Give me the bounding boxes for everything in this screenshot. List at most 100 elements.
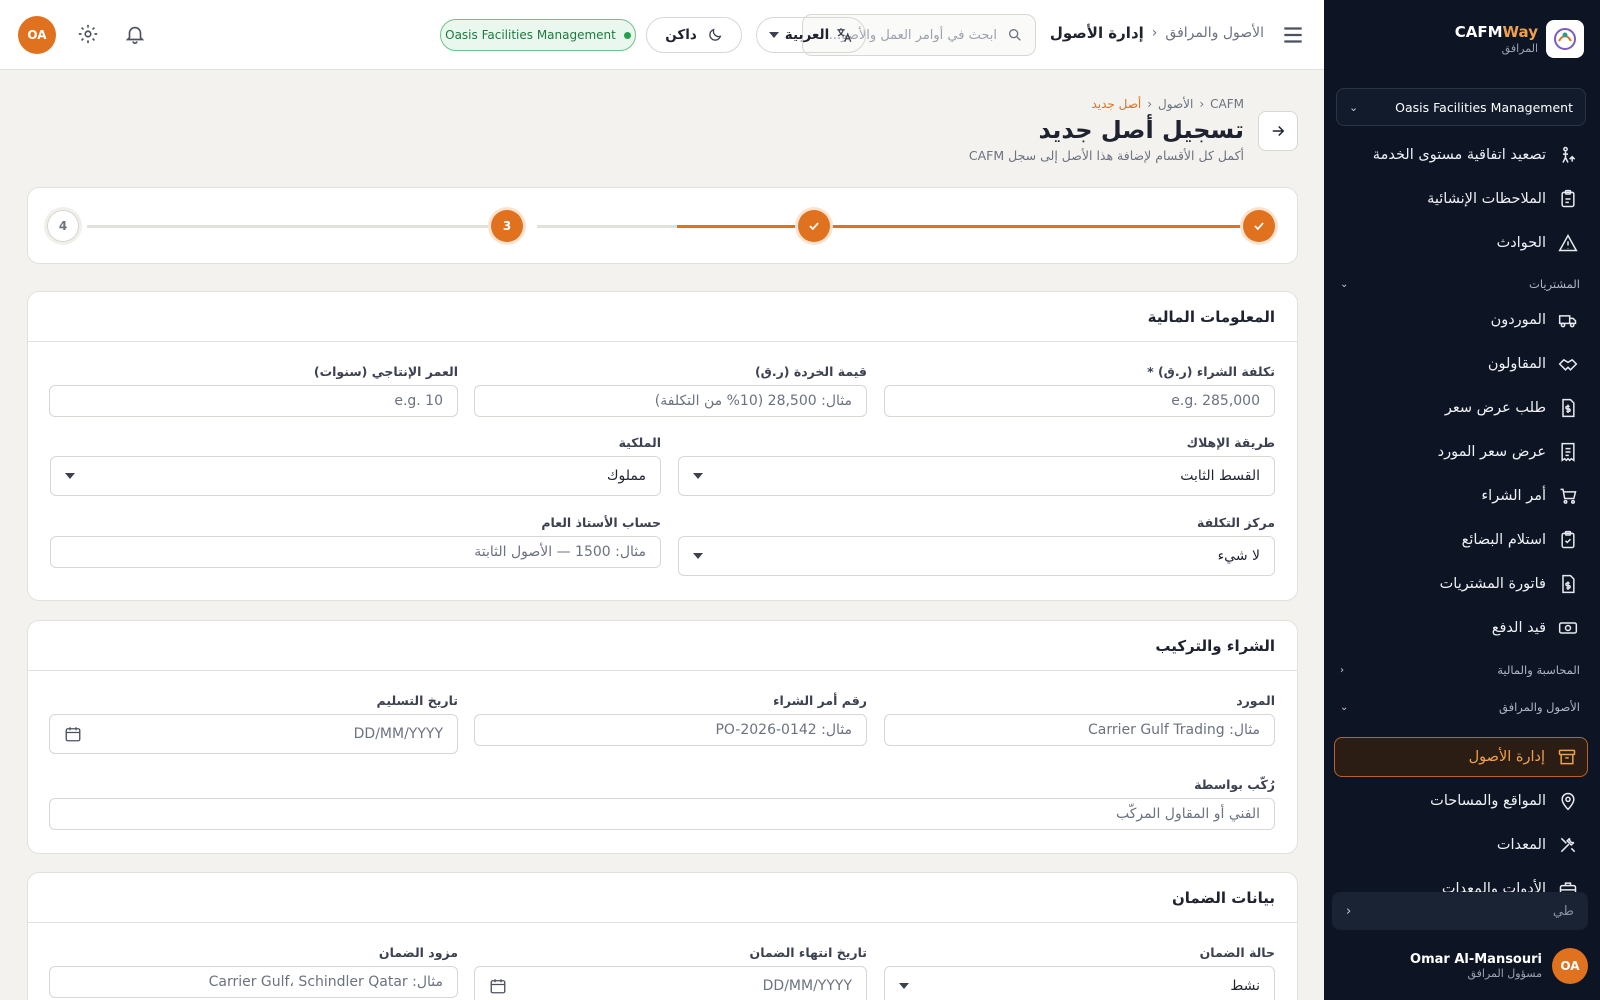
step-1[interactable] [1243, 210, 1275, 242]
brand-subtitle: المرافق [1501, 42, 1538, 55]
cost-center-select[interactable]: لا شيء [678, 536, 1275, 576]
salvage-value-input[interactable]: مثال: 28,500 (10% من التكلفة) [474, 385, 867, 417]
card-title: الشراء والتركيب [28, 621, 1297, 671]
installed-by-input[interactable]: الفني أو المقاول المركّب [49, 798, 1275, 830]
delivery-date-input[interactable]: DD/MM/YYYY [49, 714, 458, 754]
stepper: 3 4 [27, 187, 1298, 264]
salvage-value-field: قيمة الخردة (ر.ق) مثال: 28,500 (10% من ا… [474, 364, 867, 417]
step-connector-todo [537, 225, 677, 228]
po-number-input[interactable]: مثال: PO-2026-0142 [474, 714, 867, 746]
step-connector-done [827, 225, 1247, 228]
supplier-field: المورد مثال: Carrier Gulf Trading [884, 693, 1275, 746]
caret-down-icon [693, 553, 703, 559]
chevron-down-icon: ⌄ [1349, 100, 1359, 114]
breadcrumb-parent[interactable]: الأصول والمرافق [1165, 25, 1264, 41]
sidebar-item-incidents[interactable]: الحوادث [1334, 223, 1588, 263]
sidebar-collapse-button[interactable]: طي ‹ [1332, 892, 1588, 930]
sidebar-item-payment-entry[interactable]: قيد الدفع [1334, 608, 1588, 648]
tools-icon [1560, 837, 1576, 853]
calendar-icon[interactable] [64, 725, 82, 743]
warranty-provider-field: مزود الضمان مثال: Carrier Gulf، Schindle… [49, 945, 458, 998]
chevron-left-icon: ‹ [1151, 25, 1158, 41]
warning-icon [1558, 233, 1578, 252]
warranty-expiry-field: تاريخ انتهاء الضمان DD/MM/YYYY [474, 945, 867, 1000]
status-dot [623, 31, 631, 39]
clipboard-check-icon [1561, 530, 1575, 549]
back-button[interactable] [1258, 111, 1298, 151]
card-title: بيانات الضمان [28, 873, 1297, 923]
caret-down-icon [65, 473, 75, 479]
main-content: CAFM ‹ الأصول ‹ أصل جديد تسجيل أصل جديد … [0, 70, 1324, 1000]
sidebar-section-assets[interactable]: الأصول والمرافق ⌄ [1340, 700, 1580, 714]
cart-icon [1560, 488, 1577, 504]
org-select[interactable]: Oasis Facilities Management ⌄ [1336, 88, 1586, 126]
chevron-left-icon: ‹ [1340, 664, 1344, 676]
step-3[interactable]: 3 [491, 210, 523, 242]
warranty-expiry-input[interactable]: DD/MM/YYYY [474, 966, 867, 1000]
warranty-provider-input[interactable]: مثال: Carrier Gulf، Schindler Qatar [49, 966, 458, 998]
sidebar-item-purchase-invoice[interactable]: فاتورة المشتريات [1334, 564, 1588, 604]
sidebar: CAFMWay المرافق Oasis Facilities Managem… [1324, 0, 1600, 1000]
sidebar-item-rfq[interactable]: طلب عرض سعر [1334, 388, 1588, 428]
sidebar-section-accounting[interactable]: المحاسبة والمالية ‹ [1340, 663, 1580, 677]
bell-icon[interactable] [122, 23, 146, 47]
chevron-left-icon: ‹ [1147, 97, 1153, 111]
sidebar-item-supplier-quote[interactable]: عرض سعر المورد [1334, 432, 1588, 472]
language-select[interactable]: العربية [756, 17, 866, 53]
sidebar-item-tools[interactable]: الأدوات والمعدات [1334, 869, 1588, 893]
calendar-icon[interactable] [489, 977, 507, 995]
sidebar-item-locations[interactable]: المواقع والمساحات [1334, 781, 1588, 821]
sidebar-item-contractors[interactable]: المقاولون [1334, 344, 1588, 384]
warranty-status-select[interactable]: نشط [884, 966, 1275, 1000]
sidebar-item-goods-receipt[interactable]: استلام البضائع [1334, 520, 1588, 560]
chevron-down-icon: ⌄ [1340, 278, 1349, 290]
theme-toggle[interactable]: داكن [646, 17, 742, 53]
org-select-label: Oasis Facilities Management [1395, 99, 1573, 115]
sidebar-section-procurement[interactable]: المشتريات ⌄ [1340, 277, 1580, 291]
file-dollar-icon [1562, 398, 1575, 418]
ownership-select[interactable]: مملوك [50, 456, 661, 496]
clipboard-icon [1561, 189, 1575, 208]
procurement-card: الشراء والتركيب المورد مثال: Carrier Gul… [27, 620, 1298, 854]
useful-life-input[interactable]: e.g. 10 [49, 385, 458, 417]
useful-life-field: العمر الإنتاجي (سنوات) e.g. 10 [49, 364, 458, 417]
warranty-card: بيانات الضمان حالة الضمان نشط تاريخ انته… [27, 872, 1298, 1000]
crumb-cafm[interactable]: CAFM [1210, 97, 1244, 111]
sidebar-item-structural-notes[interactable]: الملاحظات الإنشائية [1334, 179, 1588, 219]
invoice-icon [1562, 574, 1575, 594]
chevron-down-icon: ⌄ [1340, 701, 1349, 713]
step-4[interactable]: 4 [47, 210, 79, 242]
arrow-right-icon [1272, 125, 1285, 137]
user-profile[interactable]: OA Omar Al-Mansouri مسؤول المرافق [1332, 944, 1588, 988]
warranty-status-field: حالة الضمان نشط [884, 945, 1275, 1000]
cash-icon [1558, 622, 1578, 634]
delivery-date-field: تاريخ التسليم DD/MM/YYYY [49, 693, 458, 754]
sidebar-item-asset-management[interactable]: إدارة الأصول [1334, 737, 1588, 777]
gear-icon[interactable] [75, 23, 99, 47]
page-title: تسجيل أصل جديد [1038, 116, 1244, 144]
topbar: الأصول والمرافق ‹ إدارة الأصول ابحث في أ… [0, 0, 1324, 70]
avatar: OA [1552, 948, 1588, 984]
user-role: مسؤول المرافق [1467, 967, 1542, 980]
crumb-assets[interactable]: الأصول [1158, 97, 1193, 111]
user-name: Omar Al-Mansouri [1410, 952, 1542, 967]
archive-icon [1558, 749, 1576, 765]
check-icon [809, 222, 819, 231]
menu-icon[interactable] [1280, 22, 1306, 48]
avatar[interactable]: OA [18, 16, 56, 54]
map-pin-icon [1561, 792, 1575, 811]
depreciation-select[interactable]: القسط الثابت [678, 456, 1275, 496]
brand[interactable]: CAFMWay المرافق [1344, 18, 1584, 60]
step-2[interactable] [798, 210, 830, 242]
supplier-input[interactable]: مثال: Carrier Gulf Trading [884, 714, 1275, 746]
gl-account-field: حساب الأستاذ العام مثال: 1500 — الأصول ا… [50, 515, 661, 568]
sidebar-item-equipment[interactable]: المعدات [1334, 825, 1588, 865]
sidebar-item-suppliers[interactable]: الموردون [1334, 300, 1588, 340]
purchase-cost-input[interactable]: e.g. 285,000 [884, 385, 1275, 417]
caret-down-icon [899, 983, 909, 989]
sidebar-item-sla-escalation[interactable]: تصعيد اتفاقية مستوى الخدمة [1334, 135, 1588, 175]
brand-logo-icon [1546, 20, 1584, 58]
sidebar-item-purchase-order[interactable]: أمر الشراء [1334, 476, 1588, 516]
gl-account-input[interactable]: مثال: 1500 — الأصول الثابتة [50, 536, 661, 568]
cost-center-field: مركز التكلفة لا شيء [678, 515, 1275, 576]
